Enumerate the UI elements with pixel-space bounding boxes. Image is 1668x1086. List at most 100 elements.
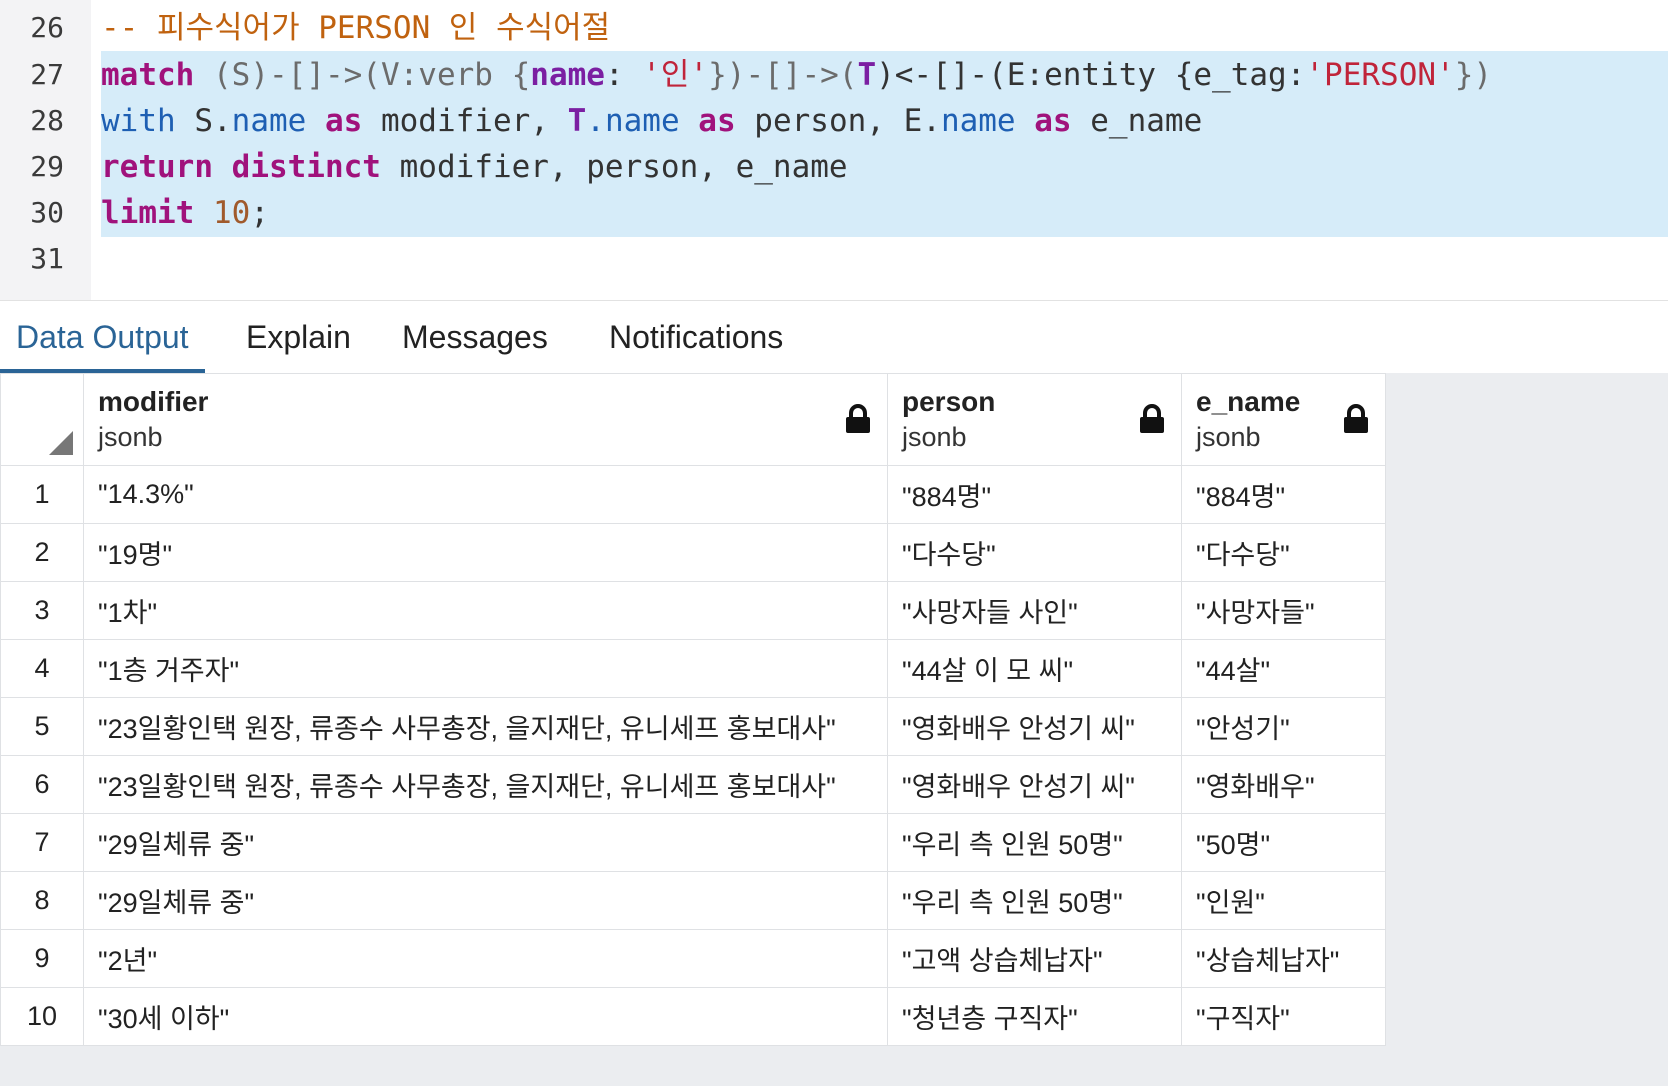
cell-e-name[interactable]: "사망자들" [1181, 581, 1386, 640]
cell-modifier[interactable]: "29일체류 중" [83, 813, 888, 872]
keyword-as: as [698, 103, 736, 139]
column-header-e-name[interactable]: e_name jsonb [1181, 373, 1386, 466]
cell-modifier[interactable]: "1층 거주자" [83, 639, 888, 698]
code-text: : [604, 57, 643, 93]
row-number[interactable]: 3 [0, 581, 84, 640]
corner-triangle-icon [49, 431, 73, 455]
string-literal: 'PERSON' [1305, 57, 1455, 93]
row-number[interactable]: 2 [0, 523, 84, 582]
code-text: )<-[]-(E:entity {e_tag: [876, 57, 1306, 93]
cell-person[interactable]: "884명" [887, 465, 1182, 524]
query-editor[interactable]: 26 -- 피수식어가 PERSON 인 수식어절 27 match (S)-[… [0, 0, 1668, 300]
cell-e-name[interactable]: "상습체납자" [1181, 929, 1386, 988]
keyword-as: as [324, 103, 363, 139]
code-line-28[interactable]: 28 with S.name as modifier, T.name as pe… [0, 97, 1668, 145]
cell-person[interactable]: "영화배우 안성기 씨" [887, 697, 1182, 756]
row-number[interactable]: 1 [0, 465, 84, 524]
table-row[interactable]: 6 "23일황인택 원장, 류종수 사무총장, 을지재단, 유니세프 홍보대사"… [0, 755, 1386, 814]
table-row[interactable]: 7 "29일체류 중" "우리 측 인원 50명" "50명" [0, 813, 1386, 872]
code-text: . [586, 103, 605, 139]
lock-icon [1140, 404, 1164, 433]
tab-explain[interactable]: Explain [230, 301, 367, 373]
cell-e-name[interactable]: "44살" [1181, 639, 1386, 698]
cell-e-name[interactable]: "884명" [1181, 465, 1386, 524]
result-grid: modifier jsonb person jsonb e_name jsonb [0, 373, 1386, 1046]
row-number[interactable]: 8 [0, 871, 84, 930]
cell-e-name[interactable]: "영화배우" [1181, 755, 1386, 814]
code-line-29[interactable]: 29 return distinct modifier, person, e_n… [0, 143, 1668, 191]
cell-modifier[interactable]: "14.3%" [83, 465, 888, 524]
string-literal: '인' [642, 57, 709, 93]
cell-modifier[interactable]: "19명" [83, 523, 888, 582]
cell-person[interactable]: "청년층 구직자" [887, 987, 1182, 1046]
code-line-26[interactable]: 26 -- 피수식어가 PERSON 인 수식어절 [0, 4, 1668, 52]
cell-person[interactable]: "고액 상습체납자" [887, 929, 1182, 988]
cell-modifier[interactable]: "2년" [83, 929, 888, 988]
column-header-modifier[interactable]: modifier jsonb [83, 373, 888, 466]
cell-e-name[interactable]: "인원" [1181, 871, 1386, 930]
cell-modifier[interactable]: "30세 이하" [83, 987, 888, 1046]
table-row[interactable]: 4 "1층 거주자" "44살 이 모 씨" "44살" [0, 639, 1386, 698]
lock-icon [1344, 404, 1368, 433]
row-number[interactable]: 4 [0, 639, 84, 698]
table-row[interactable]: 3 "1차" "사망자들 사인" "사망자들" [0, 581, 1386, 640]
column-header-person[interactable]: person jsonb [887, 373, 1182, 466]
cell-person[interactable]: "44살 이 모 씨" [887, 639, 1182, 698]
code-line-27[interactable]: 27 match (S)-[]->(V:verb {name: '인'})-[]… [0, 51, 1668, 99]
keyword-return: return [101, 149, 213, 185]
keyword-match: match [101, 57, 195, 93]
cell-e-name[interactable]: "50명" [1181, 813, 1386, 872]
cell-modifier[interactable]: "23일황인택 원장, 류종수 사무총장, 을지재단, 유니세프 홍보대사" [83, 697, 888, 756]
cell-modifier[interactable]: "29일체류 중" [83, 871, 888, 930]
select-all-corner[interactable] [0, 373, 84, 466]
grid-header-row: modifier jsonb person jsonb e_name jsonb [0, 373, 1386, 466]
line-number: 31 [30, 242, 64, 275]
row-number[interactable]: 5 [0, 697, 84, 756]
keyword-with: with [101, 103, 176, 139]
cell-person[interactable]: "우리 측 인원 50명" [887, 871, 1182, 930]
code-text: (S)-[]->(V:verb { [194, 57, 531, 93]
cell-e-name[interactable]: "안성기" [1181, 697, 1386, 756]
column-type: jsonb [98, 421, 163, 452]
sql-comment: -- 피수식어가 PERSON 인 수식어절 [101, 10, 611, 46]
tab-data-output[interactable]: Data Output [0, 301, 205, 374]
table-row[interactable]: 9 "2년" "고액 상습체납자" "상습체납자" [0, 929, 1386, 988]
cell-person[interactable]: "우리 측 인원 50명" [887, 813, 1182, 872]
table-row[interactable]: 5 "23일황인택 원장, 류종수 사무총장, 을지재단, 유니세프 홍보대사"… [0, 697, 1386, 756]
cell-e-name[interactable]: "구직자" [1181, 987, 1386, 1046]
line-number: 28 [30, 104, 64, 137]
code-line-31[interactable]: 31 [0, 235, 1668, 283]
keyword-limit: limit [101, 195, 195, 231]
tab-messages[interactable]: Messages [386, 301, 564, 373]
cell-modifier[interactable]: "23일황인택 원장, 류종수 사무총장, 을지재단, 유니세프 홍보대사" [83, 755, 888, 814]
cell-person[interactable]: "다수당" [887, 523, 1182, 582]
table-row[interactable]: 2 "19명" "다수당" "다수당" [0, 523, 1386, 582]
cell-e-name[interactable]: "다수당" [1181, 523, 1386, 582]
code-line-30[interactable]: 30 limit 10; [0, 189, 1668, 237]
table-row[interactable]: 1 "14.3%" "884명" "884명" [0, 465, 1386, 524]
row-number[interactable]: 6 [0, 755, 84, 814]
table-row[interactable]: 8 "29일체류 중" "우리 측 인원 50명" "인원" [0, 871, 1386, 930]
column-type: jsonb [902, 421, 967, 452]
tab-notifications[interactable]: Notifications [593, 301, 799, 373]
result-grid-area: modifier jsonb person jsonb e_name jsonb [0, 373, 1668, 1086]
keyword-distinct: distinct [231, 149, 381, 185]
row-number[interactable]: 7 [0, 813, 84, 872]
line-number: 26 [30, 11, 64, 44]
row-number[interactable]: 10 [0, 987, 84, 1046]
code-text: e_name [1071, 103, 1203, 139]
line-number: 27 [30, 58, 64, 91]
cell-person[interactable]: "사망자들 사인" [887, 581, 1182, 640]
cell-person[interactable]: "영화배우 안성기 씨" [887, 755, 1182, 814]
output-tab-bar: Data Output Explain Messages Notificatio… [0, 300, 1668, 374]
code-text: modifier, person, e_name [380, 149, 848, 185]
code-text: modifier, [362, 103, 568, 139]
code-text: })-[]->( [708, 57, 858, 93]
table-row[interactable]: 10 "30세 이하" "청년층 구직자" "구직자" [0, 987, 1386, 1046]
row-number[interactable]: 9 [0, 929, 84, 988]
cell-modifier[interactable]: "1차" [83, 581, 888, 640]
code-text: person, E. [735, 103, 941, 139]
